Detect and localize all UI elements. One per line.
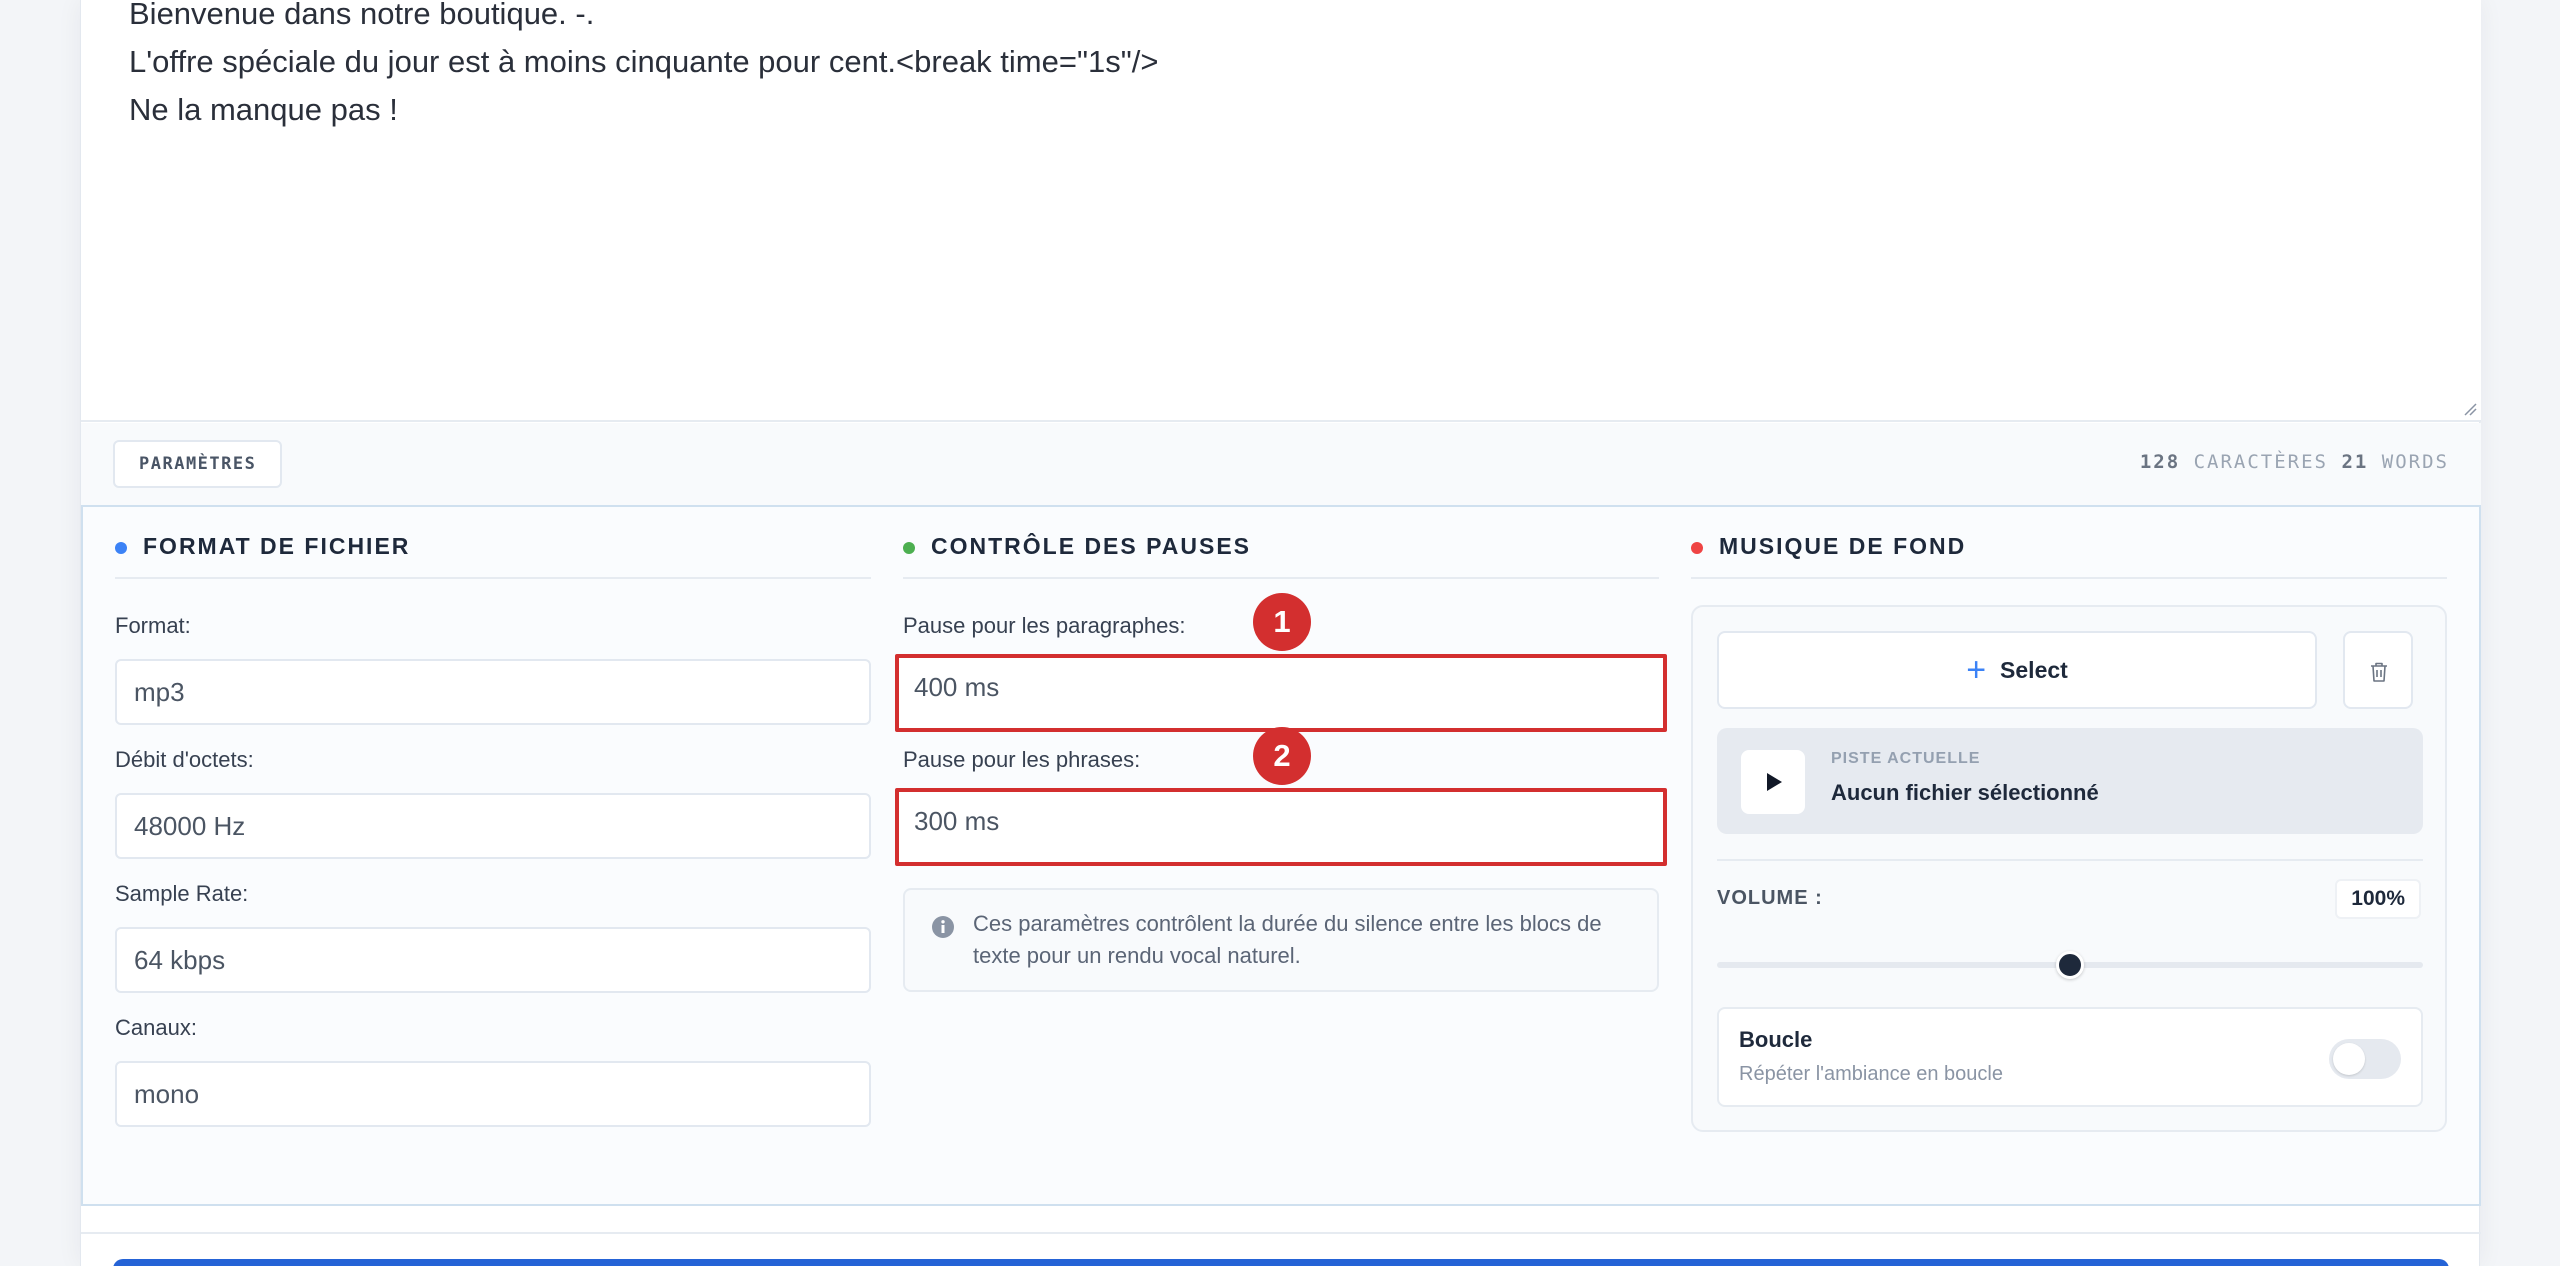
bitrate-field[interactable]: 48000 Hz [115, 793, 871, 859]
select-music-button[interactable]: + Select [1717, 631, 2317, 709]
section-header: MUSIQUE DE FOND [1691, 533, 2447, 579]
green-dot-icon [903, 542, 915, 554]
editor-toolbar: PARAMÈTRES 128 CARACTÈRES 21 WORDS [81, 423, 2481, 505]
paragraph-pause-field[interactable]: 400 ms [895, 654, 1667, 732]
paragraph-pause-label: Pause pour les paragraphes: [903, 613, 1186, 638]
current-track: PISTE ACTUELLE Aucun fichier sélectionné [1717, 728, 2423, 834]
annotation-badge-1: 1 [1253, 593, 1311, 651]
loop-option: Boucle Répéter l'ambiance en boucle [1717, 1007, 2423, 1107]
info-text: Ces paramètres contrôlent la durée du si… [973, 911, 1602, 968]
editor-content[interactable]: Bienvenue dans notre boutique. -. L'offr… [129, 0, 2409, 134]
section-header: FORMAT DE FICHIER [115, 533, 871, 579]
trash-icon [2371, 662, 2387, 682]
parameters-button[interactable]: PARAMÈTRES [113, 440, 283, 488]
bitrate-label: Débit d'octets: [115, 747, 254, 772]
info-box: Ces paramètres contrôlent la durée du si… [903, 888, 1659, 992]
settings-panel: FORMAT DE FICHIER Format: mp3 Débit d'oc… [81, 505, 2481, 1206]
editor-line: Ne la manque pas ! [129, 92, 398, 127]
track-kicker: PISTE ACTUELLE [1831, 750, 1981, 767]
word-count: 21 [2341, 451, 2369, 473]
format-label: Format: [115, 613, 191, 638]
char-count: 128 [2139, 451, 2181, 473]
text-counts: 128 CARACTÈRES 21 WORDS [2140, 451, 2449, 473]
slider-thumb[interactable] [2056, 951, 2084, 979]
generate-button[interactable] [113, 1259, 2449, 1266]
divider [81, 1232, 2481, 1234]
editor-line: L'offre spéciale du jour est à moins cin… [129, 44, 1159, 79]
main-card: Bienvenue dans notre boutique. -. L'offr… [80, 0, 2481, 1266]
track-name: Aucun fichier sélectionné [1831, 780, 2099, 805]
volume-label: VOLUME : [1717, 887, 1823, 909]
loop-subtitle: Répéter l'ambiance en boucle [1739, 1063, 2003, 1085]
delete-music-button[interactable] [2343, 631, 2413, 709]
blue-dot-icon [115, 542, 127, 554]
toggle-knob[interactable] [2333, 1043, 2365, 1075]
info-icon [932, 916, 954, 938]
section-title: MUSIQUE DE FOND [1719, 533, 1967, 559]
editor-line: Bienvenue dans notre boutique. -. [129, 0, 595, 31]
text-editor[interactable]: Bienvenue dans notre boutique. -. L'offr… [81, 0, 2481, 422]
sentence-pause-label: Pause pour les phrases: [903, 747, 1141, 772]
loop-title: Boucle [1739, 1027, 1813, 1052]
sample-rate-label: Sample Rate: [115, 881, 249, 906]
play-button[interactable] [1741, 750, 1805, 814]
word-count-label: WORDS [2381, 451, 2449, 473]
play-icon [1767, 773, 1782, 791]
channels-field[interactable]: mono [115, 1061, 871, 1127]
red-dot-icon [1691, 542, 1703, 554]
plus-icon: + [1966, 651, 1987, 689]
section-title: FORMAT DE FICHIER [143, 533, 411, 559]
volume-value: 100% [2335, 879, 2421, 919]
music-box: + Select PISTE ACTUELLE Aucun fichier sé… [1691, 605, 2447, 1132]
volume-slider[interactable] [1717, 951, 2423, 979]
annotation-badge-2: 2 [1253, 727, 1311, 785]
sentence-pause-field[interactable]: 300 ms [895, 788, 1667, 866]
resize-handle-icon[interactable] [2463, 402, 2477, 416]
select-label: Select [2000, 657, 2068, 683]
sample-rate-field[interactable]: 64 kbps [115, 927, 871, 993]
section-title: CONTRÔLE DES PAUSES [931, 533, 1251, 559]
section-header: CONTRÔLE DES PAUSES [903, 533, 1659, 579]
char-count-label: CARACTÈRES [2193, 451, 2328, 473]
loop-toggle[interactable] [2329, 1039, 2401, 1079]
divider [1717, 859, 2423, 861]
channels-label: Canaux: [115, 1015, 197, 1040]
format-field[interactable]: mp3 [115, 659, 871, 725]
